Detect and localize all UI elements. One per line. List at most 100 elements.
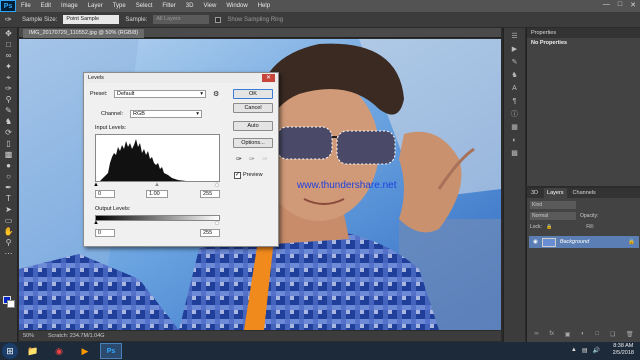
history-brush-icon[interactable]: ⟳ xyxy=(3,128,15,138)
preset-options-gear-icon[interactable]: ⚙ xyxy=(213,90,219,98)
cancel-button[interactable]: Cancel xyxy=(233,103,273,113)
info-panel-icon[interactable]: ⓘ xyxy=(510,111,520,119)
menu-select[interactable]: Select xyxy=(131,3,158,9)
output-black-slider-icon[interactable]: ▲ xyxy=(93,220,99,226)
preview-checkbox[interactable]: ✓ xyxy=(234,172,241,179)
menu-layer[interactable]: Layer xyxy=(83,3,108,9)
chrome-icon[interactable]: ◉ xyxy=(48,343,70,359)
marquee-tool-icon[interactable]: □ xyxy=(3,40,15,50)
blend-mode-dropdown[interactable]: Normal xyxy=(530,211,576,220)
lock-icon[interactable]: 🔒 xyxy=(546,224,552,230)
restore-icon[interactable]: □ xyxy=(618,1,622,9)
taskbar-clock[interactable]: 8:38 AM 2/5/2018 xyxy=(613,343,634,357)
preset-dropdown[interactable]: Default ▾ xyxy=(114,90,206,98)
network-icon[interactable]: ▤ xyxy=(582,347,588,354)
link-layers-icon[interactable]: ∞ xyxy=(534,331,538,339)
pen-tool-icon[interactable]: ✒ xyxy=(3,183,15,193)
visibility-eye-icon[interactable]: ◉ xyxy=(533,239,538,245)
blur-tool-icon[interactable]: ● xyxy=(3,161,15,171)
options-button[interactable]: Options... xyxy=(233,138,273,148)
actions-panel-icon[interactable]: ▶ xyxy=(510,46,520,54)
crop-tool-icon[interactable]: ⌖ xyxy=(3,73,15,83)
paragraph-panel-icon[interactable]: ¶ xyxy=(510,98,520,106)
menu-help[interactable]: Help xyxy=(253,3,275,9)
gray-eyedropper-icon[interactable]: ✑ xyxy=(249,155,255,163)
close-icon[interactable]: ✕ xyxy=(630,1,636,9)
menu-image[interactable]: Image xyxy=(56,3,83,9)
auto-button[interactable]: Auto xyxy=(233,121,273,131)
healing-brush-icon[interactable]: ⚲ xyxy=(3,95,15,105)
adjustments-panel-icon[interactable]: ◐ xyxy=(510,137,520,145)
history-panel-icon[interactable]: ☰ xyxy=(510,33,520,41)
minimize-icon[interactable]: — xyxy=(603,1,610,9)
brush-panel-icon[interactable]: ✎ xyxy=(510,59,520,67)
document-tab[interactable]: IMG_20170729_110552.jpg @ 50% (RGB/8) xyxy=(23,29,145,38)
hand-tool-icon[interactable]: ✋ xyxy=(3,227,15,237)
menu-file[interactable]: File xyxy=(16,3,36,9)
eyedropper-icon[interactable]: ✑ xyxy=(3,84,15,94)
black-eyedropper-icon[interactable]: ✑ xyxy=(236,155,242,163)
styles-panel-icon[interactable]: ▩ xyxy=(510,150,520,158)
character-panel-icon[interactable]: A xyxy=(510,85,520,93)
explorer-icon[interactable]: 📁 xyxy=(22,343,44,359)
layer-row-background[interactable]: ◉ Background 🔒 xyxy=(529,236,639,248)
input-white-field[interactable]: 255 xyxy=(200,190,220,198)
menu-view[interactable]: View xyxy=(198,3,221,9)
close-icon[interactable]: ✕ xyxy=(262,74,275,82)
eraser-tool-icon[interactable]: ▯ xyxy=(3,139,15,149)
eyedropper-tool-icon[interactable]: ✑ xyxy=(5,15,12,24)
output-white-slider-icon[interactable]: ▲ xyxy=(214,220,220,226)
menu-window[interactable]: Window xyxy=(221,3,252,9)
quick-select-tool-icon[interactable]: ✦ xyxy=(3,62,15,72)
add-mask-icon[interactable]: ▣ xyxy=(565,331,571,339)
menu-3d[interactable]: 3D xyxy=(181,3,199,9)
input-black-field[interactable]: 0 xyxy=(95,190,115,198)
dialog-title: Levels xyxy=(84,73,278,83)
show-sampling-ring-checkbox[interactable] xyxy=(215,16,222,23)
input-gamma-field[interactable]: 1.00 xyxy=(146,190,168,198)
lasso-tool-icon[interactable]: ∞ xyxy=(3,51,15,61)
ok-button[interactable]: OK xyxy=(233,89,273,99)
menu-type[interactable]: Type xyxy=(108,3,131,9)
sample-dropdown[interactable]: All Layers xyxy=(153,15,210,24)
properties-tab[interactable]: Properties xyxy=(527,28,640,38)
fx-icon[interactable]: fx xyxy=(549,331,554,339)
tab-channels[interactable]: Channels xyxy=(573,188,596,198)
move-tool-icon[interactable]: ✥ xyxy=(3,29,15,39)
output-black-field[interactable]: 0 xyxy=(95,229,115,237)
kind-filter-dropdown[interactable]: Kind xyxy=(530,200,576,209)
dodge-tool-icon[interactable]: ○ xyxy=(3,172,15,182)
brush-tool-icon[interactable]: ✎ xyxy=(3,106,15,116)
shape-tool-icon[interactable]: ▭ xyxy=(3,216,15,226)
media-player-icon[interactable]: ▶ xyxy=(74,343,96,359)
new-group-icon[interactable]: □ xyxy=(595,331,599,339)
sample-size-dropdown[interactable]: Point Sample xyxy=(63,15,120,24)
tab-3d[interactable]: 3D xyxy=(531,188,538,198)
background-color-swatch[interactable] xyxy=(7,300,15,308)
clone-source-icon[interactable]: ♞ xyxy=(510,72,520,80)
more-tools-icon[interactable]: ⋯ xyxy=(3,249,15,259)
channel-dropdown[interactable]: RGB ▾ xyxy=(130,110,202,118)
menu-edit[interactable]: Edit xyxy=(36,3,56,9)
input-white-slider-icon[interactable]: ▲ xyxy=(214,182,220,188)
white-eyedropper-icon[interactable]: ✑ xyxy=(262,155,268,163)
adjustment-layer-icon[interactable]: ◐ xyxy=(581,331,585,339)
clone-stamp-icon[interactable]: ♞ xyxy=(3,117,15,127)
gradient-tool-icon[interactable]: ▩ xyxy=(3,150,15,160)
start-button[interactable]: ⊞ xyxy=(2,343,18,359)
menu-filter[interactable]: Filter xyxy=(157,3,180,9)
path-select-icon[interactable]: ➤ xyxy=(3,205,15,215)
new-layer-icon[interactable]: ❏ xyxy=(610,331,615,339)
zoom-level[interactable]: 50% xyxy=(23,331,34,341)
output-white-field[interactable]: 255 xyxy=(200,229,220,237)
swatches-panel-icon[interactable]: ▦ xyxy=(510,124,520,132)
type-tool-icon[interactable]: T xyxy=(3,194,15,204)
photoshop-taskbar-icon[interactable]: Ps xyxy=(100,343,122,359)
input-black-slider-icon[interactable]: ▲ xyxy=(93,182,99,188)
input-gamma-slider-icon[interactable]: ▲ xyxy=(154,182,160,188)
delete-layer-icon[interactable]: 🗑 xyxy=(626,331,634,339)
zoom-tool-icon[interactable]: ⚲ xyxy=(3,238,15,248)
tray-arrow-icon[interactable]: ▲ xyxy=(571,347,577,354)
tab-layers[interactable]: Layers xyxy=(544,188,567,198)
volume-icon[interactable]: 🔊 xyxy=(593,347,600,354)
